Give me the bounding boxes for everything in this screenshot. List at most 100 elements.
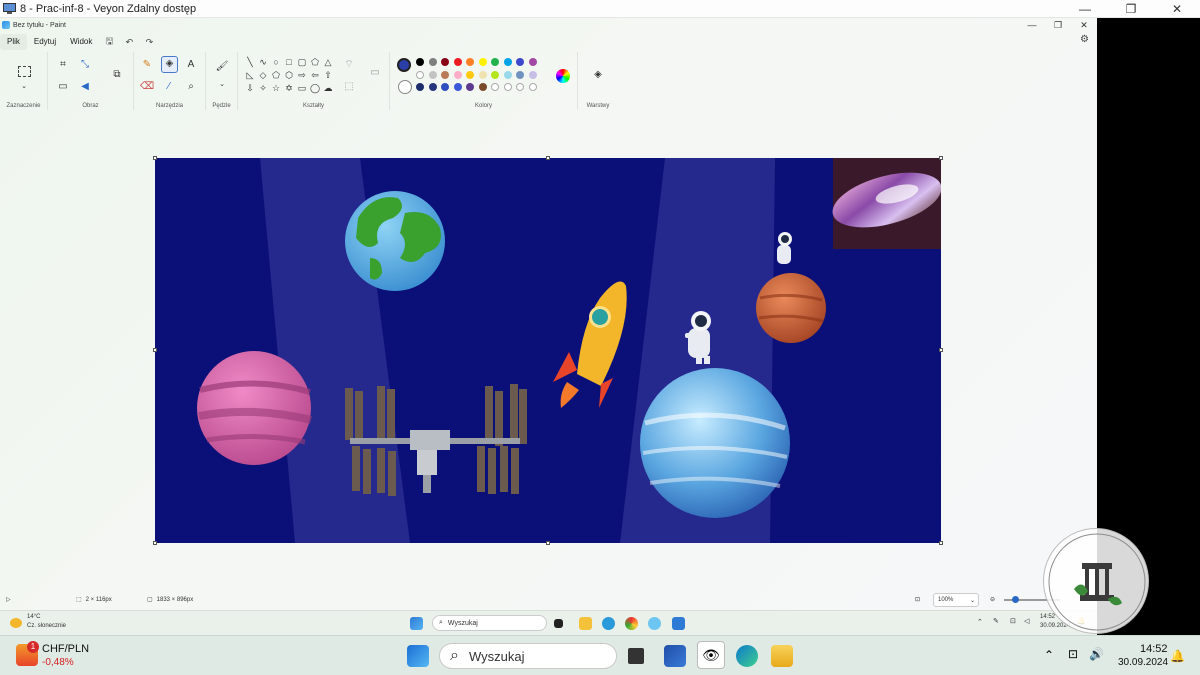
right-triangle-shape-icon[interactable]: ◺ — [244, 69, 256, 81]
crop-icon[interactable]: ⌗ — [56, 58, 70, 72]
edit-colors-icon[interactable] — [556, 69, 570, 83]
pencil-icon[interactable]: ✎ — [140, 58, 154, 72]
app-icon[interactable] — [672, 617, 685, 630]
volume-icon[interactable]: ◁ — [1024, 617, 1029, 625]
curve-shape-icon[interactable]: ∿ — [257, 56, 269, 68]
palette-swatch[interactable] — [441, 70, 449, 79]
edge-browser-icon[interactable] — [736, 645, 758, 667]
arrow-right-shape-icon[interactable]: ⇨ — [296, 69, 308, 81]
task-view-icon[interactable] — [554, 619, 563, 628]
remote-search-box[interactable]: ⌕ Wyszukaj — [432, 615, 547, 631]
network-icon[interactable]: ⊡ — [1010, 617, 1016, 625]
outline-icon[interactable]: ⌔ — [342, 58, 356, 72]
primary-color-swatch[interactable] — [397, 58, 411, 72]
brush-icon[interactable]: 🖌 — [215, 60, 229, 74]
pentagon-shape-icon[interactable]: ⬠ — [270, 69, 282, 81]
rotate-icon[interactable]: ▭ — [56, 80, 70, 94]
palette-swatch[interactable] — [478, 70, 487, 79]
shape-fill-icon[interactable]: ⬚ — [342, 80, 356, 94]
minimize-button[interactable]: — — [1062, 0, 1108, 18]
resize-handle-nw[interactable] — [153, 156, 157, 160]
line-shape-icon[interactable]: ╲ — [244, 56, 256, 68]
file-explorer-icon[interactable] — [579, 617, 592, 630]
select-rectangle-icon[interactable] — [18, 66, 31, 77]
palette-swatch[interactable] — [453, 58, 462, 66]
layers-icon[interactable]: ◈ — [591, 68, 605, 82]
network-icon[interactable]: ⊡ — [1068, 647, 1078, 661]
diamond-shape-icon[interactable]: ◇ — [257, 69, 269, 81]
palette-swatch[interactable] — [453, 83, 462, 91]
palette-swatch[interactable] — [441, 83, 449, 91]
color-picker-icon[interactable]: ⁄ — [162, 80, 176, 94]
resize-handle-n[interactable] — [546, 156, 550, 160]
resize-handle-e[interactable] — [939, 348, 943, 352]
veyon-eye-icon[interactable]: 👁 — [697, 641, 725, 669]
star5-shape-icon[interactable]: ☆ — [270, 82, 282, 94]
menu-file[interactable]: Plik — [0, 34, 27, 50]
close-button[interactable]: ✕ — [1154, 0, 1200, 18]
file-explorer-icon[interactable] — [771, 645, 793, 667]
paint-minimize-button[interactable]: — — [1019, 18, 1045, 32]
undo-icon[interactable]: ↶ — [122, 37, 136, 48]
maximize-button[interactable]: ❐ — [1108, 0, 1154, 18]
chrome-icon[interactable] — [625, 617, 638, 630]
palette-swatch[interactable] — [516, 58, 524, 66]
windows-start-icon[interactable] — [407, 645, 429, 667]
palette-swatch[interactable] — [491, 58, 499, 66]
task-view-icon[interactable] — [628, 648, 644, 664]
zoom-out-icon[interactable]: ⊖ — [990, 596, 995, 603]
shape-style-icon[interactable]: ▭ — [368, 66, 382, 80]
volume-icon[interactable]: 🔊 — [1089, 647, 1104, 661]
resize-handle-w[interactable] — [153, 348, 157, 352]
palette-swatch[interactable] — [466, 83, 474, 91]
secondary-color-swatch[interactable] — [398, 80, 412, 94]
resize-icon[interactable]: ⤡ — [78, 58, 92, 72]
arrow-up-shape-icon[interactable]: ⇧ — [322, 69, 334, 81]
paint-taskbar-icon[interactable] — [648, 617, 661, 630]
palette-swatch[interactable] — [416, 70, 424, 79]
palette-swatch[interactable] — [528, 58, 537, 66]
image-select-icon[interactable]: ⧉ — [110, 68, 124, 82]
triangle-shape-icon[interactable]: △ — [322, 56, 334, 68]
rounded-rect-shape-icon[interactable]: ▢ — [296, 56, 308, 68]
palette-swatch[interactable] — [428, 58, 437, 66]
palette-swatch[interactable] — [516, 83, 524, 91]
resize-handle-sw[interactable] — [153, 541, 157, 545]
resize-handle-se[interactable] — [939, 541, 943, 545]
palette-swatch[interactable] — [503, 83, 512, 91]
star4-shape-icon[interactable]: ✧ — [257, 82, 269, 94]
pen-icon[interactable]: ✎ — [993, 617, 999, 625]
cloud-shape-icon[interactable]: ☁ — [322, 82, 334, 94]
paint-canvas[interactable] — [153, 156, 943, 545]
callout-oval-shape-icon[interactable]: ◯ — [309, 82, 321, 94]
palette-swatch[interactable] — [453, 70, 462, 79]
fill-icon[interactable]: ◈ — [161, 56, 178, 73]
save-icon[interactable]: 🖫 — [102, 34, 116, 50]
star6-shape-icon[interactable]: ✡ — [283, 82, 295, 94]
paint-close-button[interactable]: ✕ — [1071, 18, 1097, 32]
notification-bell-icon[interactable]: 🔔 — [1170, 649, 1185, 663]
palette-swatch[interactable] — [416, 83, 424, 91]
edge-icon[interactable] — [602, 617, 615, 630]
palette-swatch[interactable] — [491, 70, 499, 79]
palette-swatch[interactable] — [528, 83, 537, 91]
zoom-dropdown[interactable]: 100% ⌄ — [933, 593, 979, 607]
palette-swatch[interactable] — [516, 70, 524, 79]
palette-swatch[interactable] — [466, 58, 474, 66]
palette-swatch[interactable] — [503, 58, 512, 66]
tray-chevron-icon[interactable]: ⌃ — [977, 618, 983, 626]
oval-shape-icon[interactable]: ○ — [270, 56, 282, 68]
palette-swatch[interactable] — [466, 70, 474, 79]
eraser-icon[interactable]: ⌫ — [140, 80, 154, 94]
palette-swatch[interactable] — [491, 83, 499, 91]
tray-chevron-icon[interactable]: ⌃ — [1044, 648, 1054, 662]
paint-restore-button[interactable]: ❐ — [1045, 18, 1071, 32]
palette-swatch[interactable] — [428, 70, 437, 79]
menu-edit[interactable]: Edytuj — [27, 34, 63, 50]
palette-swatch[interactable] — [528, 70, 537, 79]
resize-handle-ne[interactable] — [939, 156, 943, 160]
arrow-down-shape-icon[interactable]: ⇩ — [244, 82, 256, 94]
redo-icon[interactable]: ↷ — [142, 37, 156, 48]
palette-swatch[interactable] — [416, 58, 424, 66]
arrow-left-shape-icon[interactable]: ⇦ — [309, 69, 321, 81]
